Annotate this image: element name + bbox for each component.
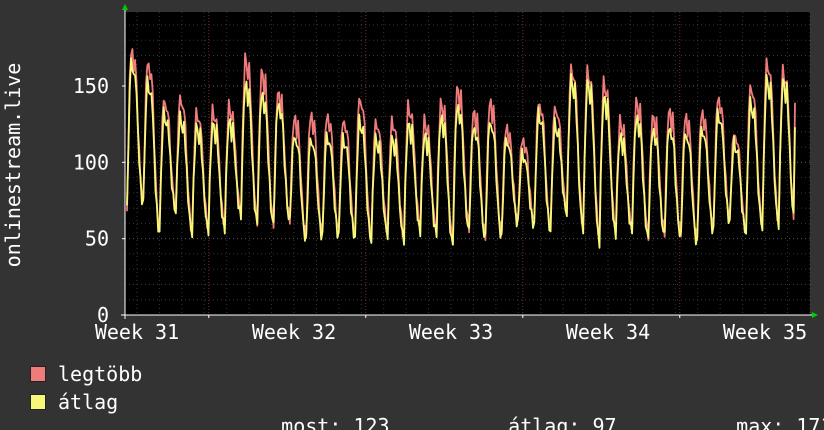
stat-atlag: átlag: 97 bbox=[460, 390, 616, 430]
stat-max-label: max: bbox=[736, 414, 785, 430]
x-tick-label: Week 35 bbox=[723, 320, 807, 344]
stat-max: max: 171 bbox=[688, 390, 824, 430]
y-tick-label: 50 bbox=[85, 227, 109, 251]
y-axis-label: onlinestream.live bbox=[1, 63, 25, 268]
stat-most-value: 123 bbox=[353, 414, 390, 430]
stat-most-label: most: bbox=[281, 414, 342, 430]
legend-swatch bbox=[30, 366, 46, 382]
x-tick-label: Week 34 bbox=[566, 320, 650, 344]
stat-atlag-value: 97 bbox=[592, 414, 617, 430]
legend-item-atlag: átlag bbox=[30, 390, 119, 414]
y-tick-label: 100 bbox=[73, 150, 109, 174]
stat-atlag-label: átlag: bbox=[508, 414, 581, 430]
stat-max-value: 171 bbox=[796, 414, 824, 430]
y-tick-label: 150 bbox=[73, 74, 109, 98]
x-tick-label: Week 32 bbox=[252, 320, 336, 344]
legend-swatch bbox=[30, 394, 46, 410]
legend-label: legtöbb bbox=[58, 362, 143, 386]
stat-most: most: 123 bbox=[233, 390, 389, 430]
legend-item-legtobb: legtöbb bbox=[30, 362, 143, 386]
chart-root: 0 50 100 150 Week 31 Week 32 Week 33 Week 34 Wee… bbox=[0, 0, 824, 430]
x-tick-label: Week 31 bbox=[95, 320, 179, 344]
y-axis-arrow-icon bbox=[122, 4, 128, 10]
x-axis-arrow-icon bbox=[812, 312, 818, 318]
legend-label: átlag bbox=[58, 390, 119, 414]
x-tick-label: Week 33 bbox=[409, 320, 493, 344]
